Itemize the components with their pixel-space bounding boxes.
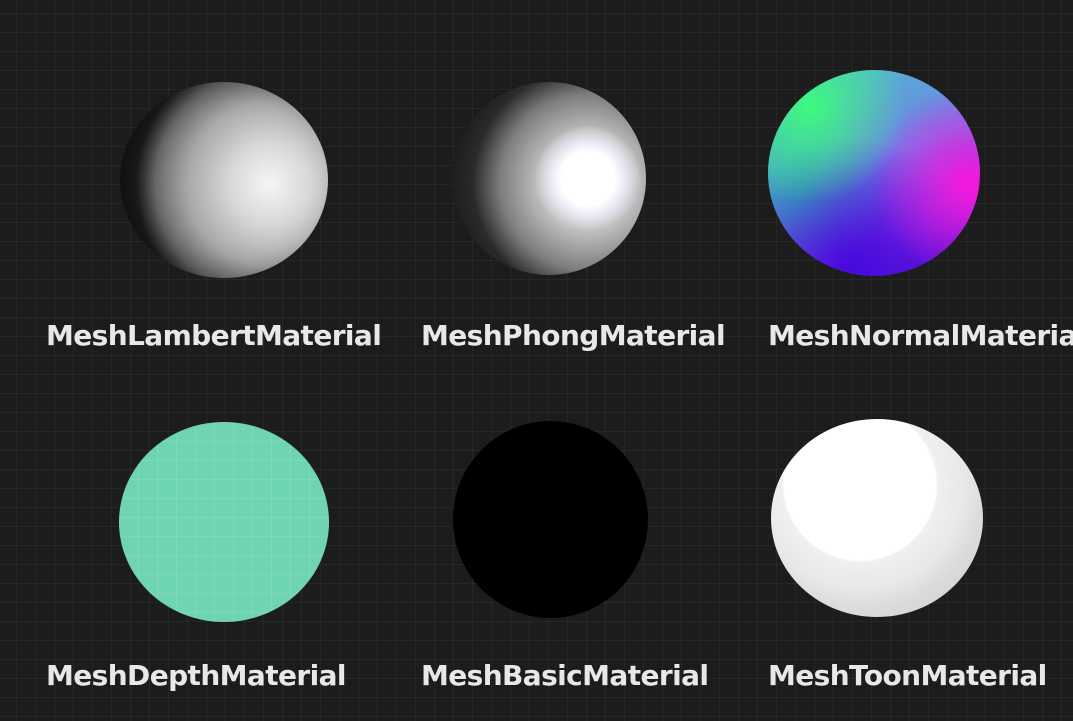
basic-sphere-icon: [453, 421, 648, 618]
material-label-basic: MeshBasicMaterial: [421, 659, 709, 692]
normal-sphere-icon: [768, 70, 980, 276]
materials-canvas: MeshLambertMaterial MeshPhongMaterial Me…: [0, 0, 1073, 721]
material-label-normal: MeshNormalMaterial: [768, 319, 1073, 352]
depth-sphere-icon: [119, 422, 329, 622]
lambert-sphere-icon: [120, 82, 328, 278]
material-label-toon: MeshToonMaterial: [768, 659, 1047, 692]
toon-sphere-icon: [771, 419, 983, 617]
material-label-lambert: MeshLambertMaterial: [46, 319, 382, 352]
phong-sphere-icon: [452, 82, 646, 275]
material-label-phong: MeshPhongMaterial: [421, 319, 726, 352]
material-label-depth: MeshDepthMaterial: [46, 659, 346, 692]
